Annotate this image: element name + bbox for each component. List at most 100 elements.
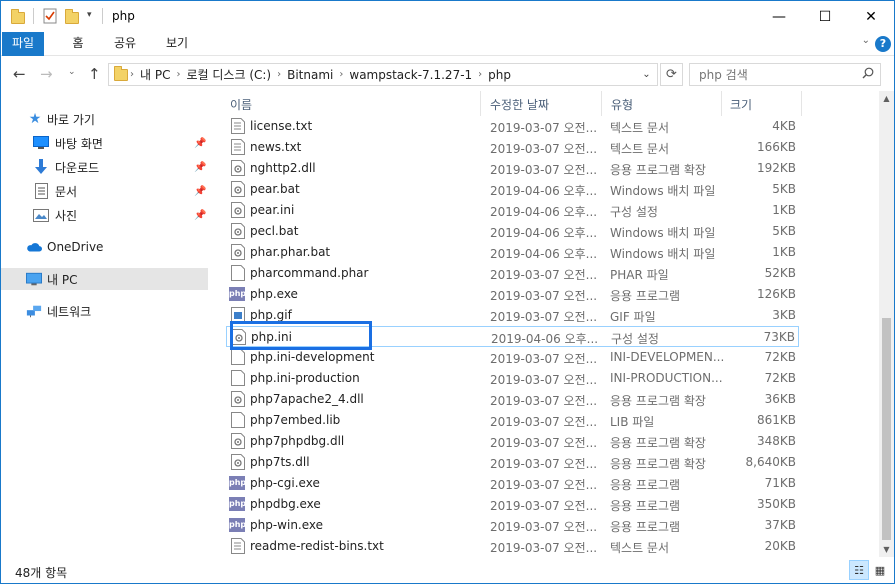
sidebar-item-quick-access[interactable]: ★ 바로 가기 xyxy=(1,108,208,130)
help-icon[interactable]: ? xyxy=(875,36,891,52)
column-header-name[interactable]: 이름 xyxy=(230,96,252,113)
sidebar-item-network[interactable]: 네트워크 xyxy=(1,300,208,322)
search-icon[interactable] xyxy=(862,67,874,82)
column-divider[interactable] xyxy=(721,91,722,116)
file-name: php.ini-development xyxy=(250,350,375,364)
table-row[interactable]: pharcommand.phar 2019-03-07 오전... PHAR 파일 5… xyxy=(226,263,799,284)
column-divider[interactable] xyxy=(801,91,802,116)
file-date: 2019-03-07 오전... xyxy=(490,373,598,387)
chevron-right-icon[interactable]: › xyxy=(128,69,136,80)
customize-quick-access-icon[interactable]: ▾ xyxy=(87,10,92,28)
column-header-date[interactable]: 수정한 날짜 xyxy=(490,96,549,113)
pin-icon[interactable]: 📌 xyxy=(194,138,206,149)
table-row[interactable]: php7phpdbg.dll 2019-03-07 오전... 응용 프로그램 확장… xyxy=(226,431,799,452)
search-input[interactable] xyxy=(690,64,850,85)
vertical-scrollbar[interactable]: ▲ ▼ xyxy=(879,91,894,557)
table-row[interactable]: readme-redist-bins.txt 2019-03-07 오전... 텍스… xyxy=(226,536,799,557)
recent-locations-icon[interactable]: ⌄ xyxy=(68,67,76,77)
refresh-icon[interactable]: ⟳ xyxy=(660,63,683,86)
table-row[interactable]: php php-win.exe 2019-03-07 오전... 응용 프로그램 37K… xyxy=(226,515,799,536)
table-row[interactable]: php php-cgi.exe 2019-03-07 오전... 응용 프로그램 71K… xyxy=(226,473,799,494)
details-view-icon[interactable]: ☷ xyxy=(849,560,869,580)
file-date: 2019-03-07 오전... xyxy=(490,352,598,366)
new-folder-icon[interactable] xyxy=(65,8,79,26)
sidebar-item-label: 사진 xyxy=(55,208,78,223)
breadcrumb-bitnami[interactable]: Bitnami xyxy=(283,68,337,82)
dll-file-icon xyxy=(231,433,245,449)
table-row[interactable]: phar.phar.bat 2019-04-06 오후... Windows 배치 … xyxy=(226,242,799,263)
table-row[interactable]: pecl.bat 2019-04-06 오후... Windows 배치 파일 5KB xyxy=(226,221,799,242)
pin-icon[interactable]: 📌 xyxy=(194,210,206,221)
sidebar-item-label: 바로 가기 xyxy=(47,112,95,127)
table-row[interactable]: license.txt 2019-03-07 오전... 텍스트 문서 4KB xyxy=(226,116,799,137)
file-name: pear.bat xyxy=(250,182,300,196)
sidebar-item-my-pc[interactable]: 내 PC xyxy=(1,268,208,290)
tab-share[interactable]: 공유 xyxy=(105,32,145,56)
address-bar[interactable]: › 내 PC › 로컬 디스크 (C:) › Bitnami › wampsta… xyxy=(108,63,658,86)
scroll-down-icon[interactable]: ▼ xyxy=(879,542,894,557)
table-row[interactable]: php7embed.lib 2019-03-07 오전... LIB 파일 861KB xyxy=(226,410,799,431)
table-row[interactable]: news.txt 2019-03-07 오전... 텍스트 문서 166KB xyxy=(226,137,799,158)
pictures-icon xyxy=(33,207,49,223)
file-date: 2019-03-07 오전... xyxy=(490,436,598,450)
file-type: 응용 프로그램 xyxy=(610,478,681,492)
table-row[interactable]: php.ini-production 2019-03-07 오전... INI-PR… xyxy=(226,368,799,389)
file-name: pear.ini xyxy=(250,203,295,217)
file-date: 2019-03-07 오전... xyxy=(490,394,598,408)
table-row[interactable]: php.ini-development 2019-03-07 오전... INI-D… xyxy=(226,347,799,368)
file-size: 52KB xyxy=(764,266,796,280)
table-row[interactable]: nghttp2.dll 2019-03-07 오전... 응용 프로그램 확장 192… xyxy=(226,158,799,179)
breadcrumb-my-pc[interactable]: 내 PC xyxy=(136,66,174,83)
bat-file-icon xyxy=(231,181,245,197)
breadcrumb-local-disk[interactable]: 로컬 디스크 (C:) xyxy=(182,66,275,83)
table-row[interactable]: pear.ini 2019-04-06 오후... 구성 설정 1KB xyxy=(226,200,799,221)
scrollbar-thumb[interactable] xyxy=(882,318,891,540)
column-divider[interactable] xyxy=(480,91,481,116)
file-type: 텍스트 문서 xyxy=(610,121,670,135)
maximize-button[interactable]: ☐ xyxy=(802,1,848,32)
table-row[interactable]: pear.bat 2019-04-06 오후... Windows 배치 파일 5KB xyxy=(226,179,799,200)
breadcrumb-wampstack[interactable]: wampstack-7.1.27-1 xyxy=(345,68,476,82)
file-type: INI-PRODUCTION... xyxy=(610,371,723,385)
column-divider[interactable] xyxy=(601,91,602,116)
sidebar-item-documents[interactable]: 문서 📌 xyxy=(1,180,208,202)
minimize-button[interactable]: — xyxy=(756,1,802,32)
tab-file[interactable]: 파일 xyxy=(2,32,44,56)
column-header-type[interactable]: 유형 xyxy=(611,96,633,113)
column-header-size[interactable]: 크기 xyxy=(730,96,752,113)
back-arrow-icon[interactable]: ← xyxy=(13,65,26,83)
chevron-right-icon[interactable]: › xyxy=(476,69,484,80)
up-arrow-icon[interactable]: ↑ xyxy=(88,65,101,83)
chevron-right-icon[interactable]: › xyxy=(275,69,283,80)
chevron-right-icon[interactable]: › xyxy=(337,69,345,80)
pin-icon[interactable]: 📌 xyxy=(194,186,206,197)
star-icon: ★ xyxy=(28,111,42,127)
sidebar-item-desktop[interactable]: 바탕 화면 📌 xyxy=(1,132,208,154)
table-row[interactable]: php phpdbg.exe 2019-03-07 오전... 응용 프로그램 350K… xyxy=(226,494,799,515)
navigation-bar: ← → ⌄ ↑ › 내 PC › 로컬 디스크 (C:) › Bitnami ›… xyxy=(1,57,894,91)
large-icons-view-icon[interactable]: ▦ xyxy=(870,560,890,580)
table-row[interactable]: php php.exe 2019-03-07 오전... 응용 프로그램 126KB xyxy=(226,284,799,305)
sidebar-item-pictures[interactable]: 사진 📌 xyxy=(1,204,208,226)
php-exe-icon: php xyxy=(229,497,246,511)
forward-arrow-icon[interactable]: → xyxy=(40,65,53,83)
scroll-up-icon[interactable]: ▲ xyxy=(879,91,894,106)
expand-ribbon-icon[interactable]: ⌄ xyxy=(862,35,870,46)
sidebar-item-onedrive[interactable]: OneDrive xyxy=(1,236,208,258)
chevron-right-icon[interactable]: › xyxy=(174,69,182,80)
file-size: 71KB xyxy=(764,476,796,490)
table-row[interactable]: php7ts.dll 2019-03-07 오전... 응용 프로그램 확장 8,64… xyxy=(226,452,799,473)
address-dropdown-icon[interactable]: ⌄ xyxy=(636,63,658,86)
tab-home[interactable]: 홈 xyxy=(60,32,96,56)
table-row[interactable]: php7apache2_4.dll 2019-03-07 오전... 응용 프로그램… xyxy=(226,389,799,410)
search-box[interactable] xyxy=(689,63,881,86)
file-size: 166KB xyxy=(756,140,796,154)
file-type: 구성 설정 xyxy=(611,332,659,346)
file-size: 37KB xyxy=(764,518,796,532)
sidebar-item-downloads[interactable]: 다운로드 📌 xyxy=(1,156,208,178)
tab-view[interactable]: 보기 xyxy=(157,32,197,56)
pin-icon[interactable]: 📌 xyxy=(194,162,206,173)
close-button[interactable]: ✕ xyxy=(848,1,894,32)
properties-icon[interactable] xyxy=(43,8,57,26)
breadcrumb-php[interactable]: php xyxy=(484,68,515,82)
